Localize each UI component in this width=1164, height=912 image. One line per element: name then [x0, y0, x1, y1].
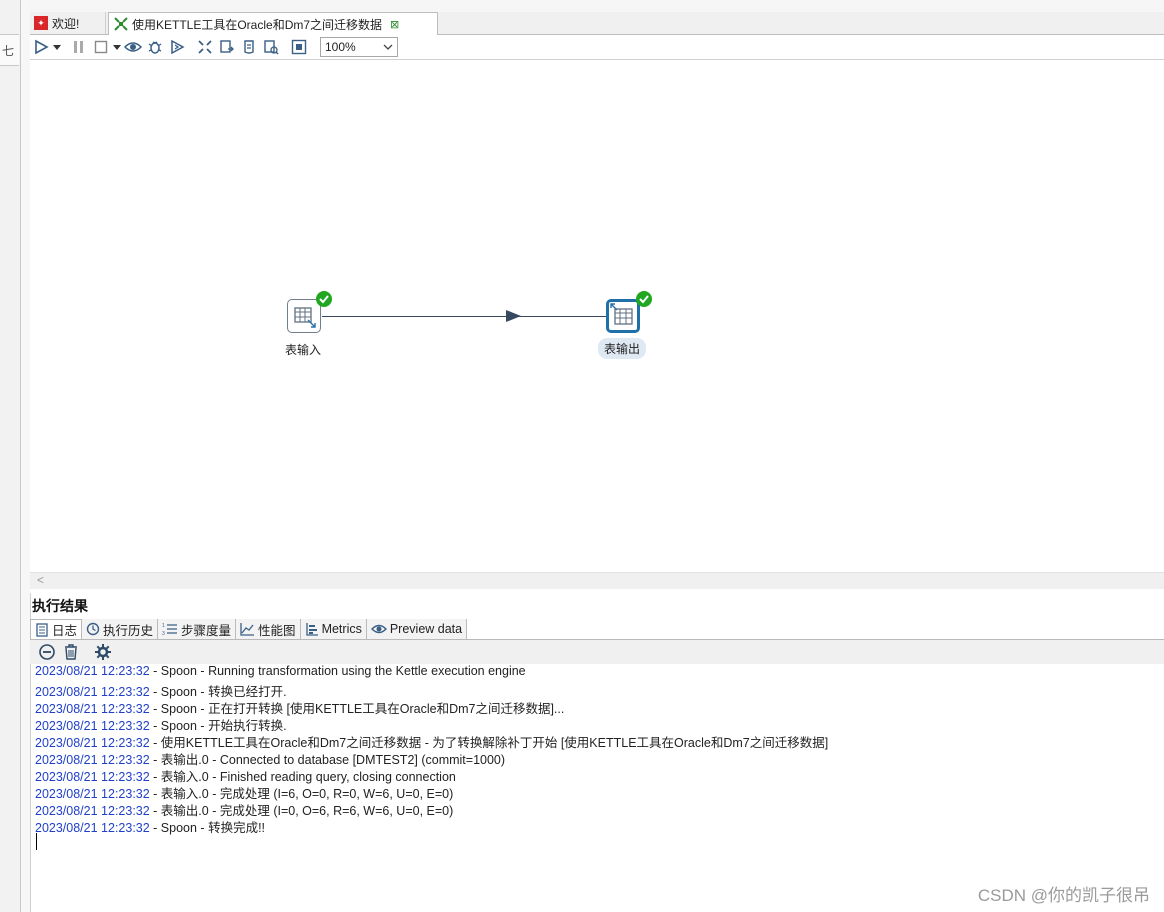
tab-log-label: 日志 — [52, 624, 78, 638]
pause-icon[interactable] — [68, 37, 90, 57]
log-timestamp: 2023/08/21 12:23:32 — [35, 770, 150, 784]
tab-history-label: 执行历史 — [103, 623, 154, 638]
table-input-icon — [294, 307, 316, 328]
log-line: 2023/08/21 12:23:32 - Spoon - Running tr… — [35, 664, 526, 681]
execution-results-title: 执行结果 — [32, 598, 88, 614]
log-timestamp: 2023/08/21 12:23:32 — [35, 685, 150, 699]
run-options-icon[interactable] — [52, 37, 62, 57]
replay-icon[interactable] — [166, 37, 188, 57]
log-message: - 表输入.0 - Finished reading query, closin… — [149, 770, 456, 784]
tab-metrics-label: Metrics — [321, 622, 362, 636]
zoom-select[interactable]: 100% — [320, 37, 398, 57]
chevron-down-icon — [383, 44, 393, 50]
step-success-icon — [636, 291, 652, 307]
tab-performance-graph-label: 性能图 — [258, 623, 296, 638]
explore-db-icon[interactable] — [260, 37, 282, 57]
log-timestamp: 2023/08/21 12:23:32 — [35, 736, 150, 750]
tab-history[interactable]: 执行历史 — [82, 619, 159, 639]
log-line: 2023/08/21 12:23:32 - Spoon - 正在打开转换 [使用… — [35, 698, 565, 716]
clear-log-icon[interactable] — [36, 642, 58, 662]
delete-log-icon[interactable] — [60, 642, 82, 662]
preview-data-icon — [370, 624, 387, 634]
log-settings-icon[interactable] — [92, 642, 114, 662]
log-message: - 表输入.0 - 完成处理 (I=6, O=0, R=0, W=6, U=0,… — [149, 787, 454, 801]
step-label: 表输入 — [285, 343, 322, 357]
log-timestamp: 2023/08/21 12:23:32 — [35, 664, 150, 678]
tab-transformation[interactable]: 使用KETTLE工具在Oracle和Dm7之间迁移数据 ⊠ — [108, 12, 438, 35]
log-icon — [36, 622, 48, 637]
run-icon[interactable] — [30, 37, 52, 57]
tab-preview-data[interactable]: Preview data — [366, 619, 468, 639]
log-line: 2023/08/21 12:23:32 - Spoon - 开始执行转换. — [35, 715, 287, 733]
log-timestamp: 2023/08/21 12:23:32 — [35, 719, 150, 733]
tab-welcome[interactable]: ✦ 欢迎! — [30, 12, 106, 34]
log-message: - Spoon - 转换已经打开. — [149, 685, 287, 699]
welcome-icon: ✦ — [34, 16, 48, 30]
step-table-output[interactable] — [606, 299, 640, 333]
log-line: 2023/08/21 12:23:32 - 表输入.0 - 完成处理 (I=6,… — [35, 783, 454, 801]
scroll-left-icon[interactable]: < — [37, 573, 44, 587]
step-label: 表输出 — [598, 338, 647, 359]
table-output-icon — [610, 303, 633, 325]
log-timestamp: 2023/08/21 12:23:32 — [35, 753, 150, 767]
transformation-icon — [114, 17, 128, 31]
log-message: - Spoon - 正在打开转换 [使用KETTLE工具在Oracle和Dm7之… — [149, 702, 565, 716]
log-message: - Spoon - Running transformation using t… — [149, 664, 526, 678]
editor-tab-bar: ✦ 欢迎! 使用KETTLE工具在Oracle和Dm7之间迁移数据 ⊠ — [30, 12, 1164, 35]
tab-step-metrics-label: 步骤度量 — [181, 623, 232, 638]
preview-icon[interactable] — [122, 37, 144, 57]
svg-text:3: 3 — [162, 631, 165, 636]
impact-icon[interactable] — [216, 37, 238, 57]
step-success-icon — [316, 291, 332, 307]
metrics-icon — [305, 623, 318, 636]
log-timestamp: 2023/08/21 12:23:32 — [35, 702, 150, 716]
tab-step-metrics[interactable]: 13 步骤度量 — [158, 619, 237, 639]
log-timestamp: 2023/08/21 12:23:32 — [35, 821, 150, 835]
debug-icon[interactable] — [144, 37, 166, 57]
left-panel-glyph: 七 — [2, 44, 15, 58]
sql-icon[interactable] — [238, 37, 260, 57]
tab-welcome-label: 欢迎! — [52, 16, 80, 31]
performance-graph-icon — [240, 623, 255, 636]
close-icon[interactable]: ⊠ — [390, 18, 399, 31]
log-message: - Spoon - 开始执行转换. — [149, 719, 287, 733]
log-line: 2023/08/21 12:23:32 - Spoon - 转换已经打开. — [35, 681, 287, 699]
log-timestamp: 2023/08/21 12:23:32 — [35, 787, 150, 801]
watermark: CSDN @你的凯子很吊 — [977, 886, 1150, 905]
canvas-horizontal-scrollbar[interactable]: < — [30, 572, 1164, 589]
tab-transformation-label: 使用KETTLE工具在Oracle和Dm7之间迁移数据 — [132, 17, 383, 32]
log-line: 2023/08/21 12:23:32 - 使用KETTLE工具在Oracle和… — [35, 732, 829, 750]
log-line: 2023/08/21 12:23:32 - 表输入.0 - Finished r… — [35, 766, 456, 784]
tab-log[interactable]: 日志 — [30, 619, 83, 639]
history-icon — [86, 622, 100, 636]
svg-text:1: 1 — [162, 623, 165, 629]
stop-icon[interactable] — [90, 37, 112, 57]
verify-icon[interactable] — [194, 37, 216, 57]
tab-performance-graph[interactable]: 性能图 — [236, 619, 301, 639]
results-tab-bar: 日志 执行历史 13 步骤度量 性能图 Metrics Preview data — [30, 619, 1164, 640]
text-cursor — [36, 833, 37, 850]
step-metrics-icon: 13 — [162, 623, 178, 636]
hop-arrow-icon — [506, 310, 521, 322]
log-text-area[interactable]: 2023/08/21 12:23:32 - Spoon - Running tr… — [30, 664, 1164, 912]
step-table-input[interactable] — [287, 299, 321, 333]
layout-icon[interactable] — [288, 37, 310, 57]
log-line: 2023/08/21 12:23:32 - 表输出.0 - 完成处理 (I=0,… — [35, 800, 454, 818]
transformation-toolbar: 100% — [30, 35, 1164, 60]
log-toolbar — [30, 640, 1164, 664]
log-message: - 表输出.0 - 完成处理 (I=0, O=6, R=6, W=6, U=0,… — [149, 804, 454, 818]
zoom-value: 100% — [325, 40, 356, 54]
stop-options-icon[interactable] — [112, 37, 122, 57]
hop-line[interactable] — [322, 316, 608, 317]
log-line: 2023/08/21 12:23:32 - 表输出.0 - Connected … — [35, 749, 506, 767]
log-line: 2023/08/21 12:23:32 - Spoon - 转换完成!! — [35, 817, 266, 835]
tab-preview-data-label: Preview data — [389, 622, 463, 636]
log-message: - 表输出.0 - Connected to database [DMTEST2… — [149, 753, 506, 767]
tab-metrics[interactable]: Metrics — [300, 619, 367, 639]
left-side-panel: 七 — [0, 0, 21, 912]
log-timestamp: 2023/08/21 12:23:32 — [35, 804, 150, 818]
log-message: - Spoon - 转换完成!! — [149, 821, 266, 835]
log-message: - 使用KETTLE工具在Oracle和Dm7之间迁移数据 - 为了转换解除补丁… — [149, 736, 829, 750]
left-panel-tab[interactable]: 七 — [0, 34, 19, 66]
